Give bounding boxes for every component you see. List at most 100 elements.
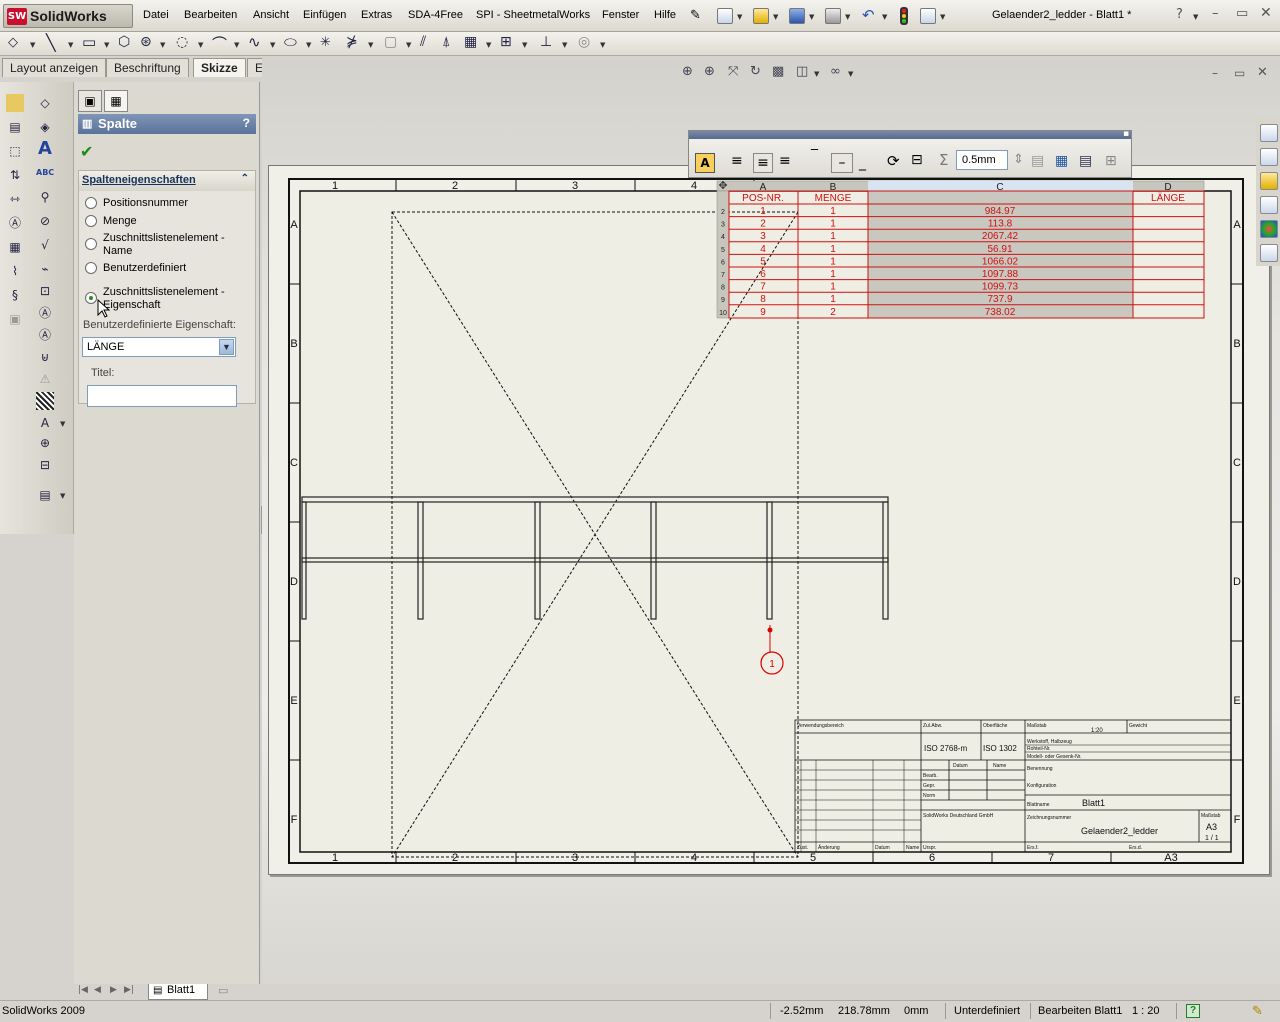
sheet-tab-blatt1[interactable]: ▤ Blatt1	[148, 984, 208, 1000]
custom-properties-icon[interactable]	[1260, 244, 1278, 262]
restore-icon[interactable]: ▭	[1236, 6, 1248, 21]
help-dropdown-icon[interactable]: ▼	[1193, 13, 1198, 21]
trim-dropdown-icon[interactable]: ▼	[368, 41, 373, 49]
doc-minimize-icon[interactable]: –	[1212, 66, 1218, 80]
cell-menge[interactable]: 1	[830, 256, 836, 267]
ellipse-icon[interactable]: ⬭	[284, 33, 297, 51]
hide-show-icon[interactable]: ◫	[796, 64, 808, 79]
arc-dropdown-icon[interactable]: ▼	[234, 41, 239, 49]
model-items-icon[interactable]	[6, 94, 24, 112]
redraw-icon[interactable]: ↻	[750, 64, 761, 79]
sheet-nav-prev-icon[interactable]: ◀	[94, 985, 101, 995]
arc-icon[interactable]: ⌒	[212, 33, 227, 54]
align-right-icon[interactable]: ≡	[779, 153, 791, 169]
minimize-icon[interactable]: –	[1212, 6, 1219, 21]
projected-view-icon[interactable]: ⬚	[6, 142, 24, 160]
centermark-icon[interactable]: ⊕	[36, 434, 54, 452]
toolbar-close-icon[interactable]: ▪	[1123, 129, 1129, 139]
slot-icon[interactable]: ⊛	[140, 34, 152, 50]
sheet-nav-next-icon[interactable]: ▶	[110, 985, 117, 995]
hide-dropdown-icon[interactable]: ▼	[814, 70, 819, 78]
cell-pos[interactable]: 4	[760, 244, 766, 255]
display-style-icon[interactable]: ▩	[772, 64, 784, 79]
align-left-icon[interactable]: ≡	[731, 153, 743, 169]
radio-benutzerdefiniert[interactable]	[85, 262, 97, 274]
save-icon[interactable]	[789, 8, 805, 24]
options-icon[interactable]	[920, 8, 936, 24]
add-sheet-icon[interactable]: ▭	[218, 984, 228, 997]
move-entities-icon[interactable]: ⊞	[500, 34, 512, 50]
property-manager-tab-icon[interactable]: ▦	[104, 90, 128, 112]
row-number[interactable]: 9	[721, 297, 725, 304]
print-icon[interactable]	[825, 8, 841, 24]
table-dropdown-icon[interactable]: ▼	[60, 492, 65, 500]
smart-dimension-icon[interactable]: ◇	[8, 35, 18, 50]
relations-dropdown-icon[interactable]: ▼	[562, 41, 567, 49]
point-icon[interactable]: ✳	[320, 35, 331, 50]
surface-finish-icon[interactable]: √	[36, 236, 54, 254]
spline-dropdown-icon[interactable]: ▼	[270, 41, 275, 49]
menu-bearbeiten[interactable]: Bearbeiten	[184, 9, 237, 21]
tab-skizze[interactable]: Skizze	[193, 58, 246, 77]
merge-cells-icon[interactable]: ⊟	[911, 152, 923, 168]
circle-dropdown-icon[interactable]: ▼	[198, 41, 203, 49]
cell-pos[interactable]: 8	[760, 294, 766, 305]
column-title-input[interactable]	[87, 385, 237, 407]
format-painter-icon[interactable]: ⚲	[36, 188, 54, 206]
menu-extras[interactable]: Extras	[361, 9, 392, 21]
repair-sketch-icon[interactable]: ◎	[578, 34, 590, 50]
centerline-icon[interactable]: ⊟	[36, 456, 54, 474]
solidworks-logo[interactable]: SW SolidWorks	[3, 4, 133, 28]
rebuild-status-icon[interactable]: ✎	[1252, 1003, 1263, 1019]
cell-c[interactable]: 984.97	[985, 206, 1016, 217]
text-rotate-icon[interactable]: ⟳	[887, 152, 900, 170]
autodimension-icon[interactable]: ◈	[36, 118, 54, 136]
block-dropdown-icon[interactable]: ▼	[60, 420, 65, 428]
cell-c[interactable]: 113.8	[988, 219, 1013, 230]
appearances-icon[interactable]	[1260, 220, 1278, 238]
home-icon[interactable]	[1260, 124, 1278, 142]
mirror-icon[interactable]: ⍋	[442, 34, 450, 50]
group-header[interactable]: Spalteneigenschaften ⌃	[79, 171, 255, 191]
table-icon[interactable]: ▤	[36, 486, 54, 504]
custom-property-select[interactable]: LÄNGE ▼	[82, 337, 236, 357]
cell-c[interactable]: 1097.88	[982, 269, 1019, 280]
new-document-icon[interactable]	[717, 8, 733, 24]
circle-icon[interactable]: ◌	[176, 34, 188, 50]
borders-icon[interactable]: ▤	[1079, 153, 1092, 169]
cell-pos[interactable]: 3	[760, 231, 766, 242]
convert-dropdown-icon[interactable]: ▼	[406, 41, 411, 49]
doc-restore-icon[interactable]: ▭	[1234, 66, 1245, 80]
undo-icon[interactable]: ↶	[862, 6, 875, 24]
menu-spi-sheetmetalworks[interactable]: SPI - SheetmetalWorks	[476, 9, 590, 21]
cell-c[interactable]: 1066.02	[982, 256, 1019, 267]
ok-checkmark-icon[interactable]: ✔	[80, 142, 93, 161]
rect-dropdown-icon[interactable]: ▼	[104, 41, 109, 49]
sum-icon[interactable]: Σ	[939, 151, 948, 169]
header-icon[interactable]: ▤	[1031, 153, 1044, 169]
row-number[interactable]: 8	[721, 285, 725, 292]
sheet-nav-last-icon[interactable]: ▶|	[124, 985, 134, 995]
align-middle-icon[interactable]: –	[831, 153, 853, 173]
cell-menge[interactable]: 2	[830, 307, 836, 318]
view-settings-dropdown-icon[interactable]: ▼	[848, 70, 853, 78]
cell-pos[interactable]: 1	[760, 206, 766, 217]
tab-beschriftung[interactable]: Beschriftung	[106, 58, 189, 77]
align-top-icon[interactable]: ‾	[811, 148, 818, 164]
relations-icon[interactable]: ⊥	[540, 34, 552, 50]
file-explorer-icon[interactable]	[1260, 172, 1278, 190]
relative-view-icon[interactable]: ▣	[6, 310, 24, 328]
cell-c[interactable]: 2067.42	[982, 231, 1019, 242]
select-chevron-down-icon[interactable]: ▼	[219, 339, 234, 355]
open-folder-icon[interactable]	[753, 8, 769, 24]
line-dropdown-icon[interactable]: ▼	[68, 41, 73, 49]
open-dropdown-icon[interactable]: ▼	[773, 13, 778, 21]
status-help-icon[interactable]: ?	[1186, 1004, 1200, 1018]
crop-view-icon[interactable]: ⌇	[6, 262, 24, 280]
feature-tree-tab-icon[interactable]: ▣	[78, 90, 102, 112]
view-palette-icon[interactable]	[1260, 196, 1278, 214]
note-icon[interactable]: A	[36, 140, 54, 158]
section-view-icon[interactable]: ⇿	[6, 190, 24, 208]
zoom-to-fit-icon[interactable]: ⊕	[682, 64, 693, 79]
row-number[interactable]: 2	[721, 209, 725, 216]
